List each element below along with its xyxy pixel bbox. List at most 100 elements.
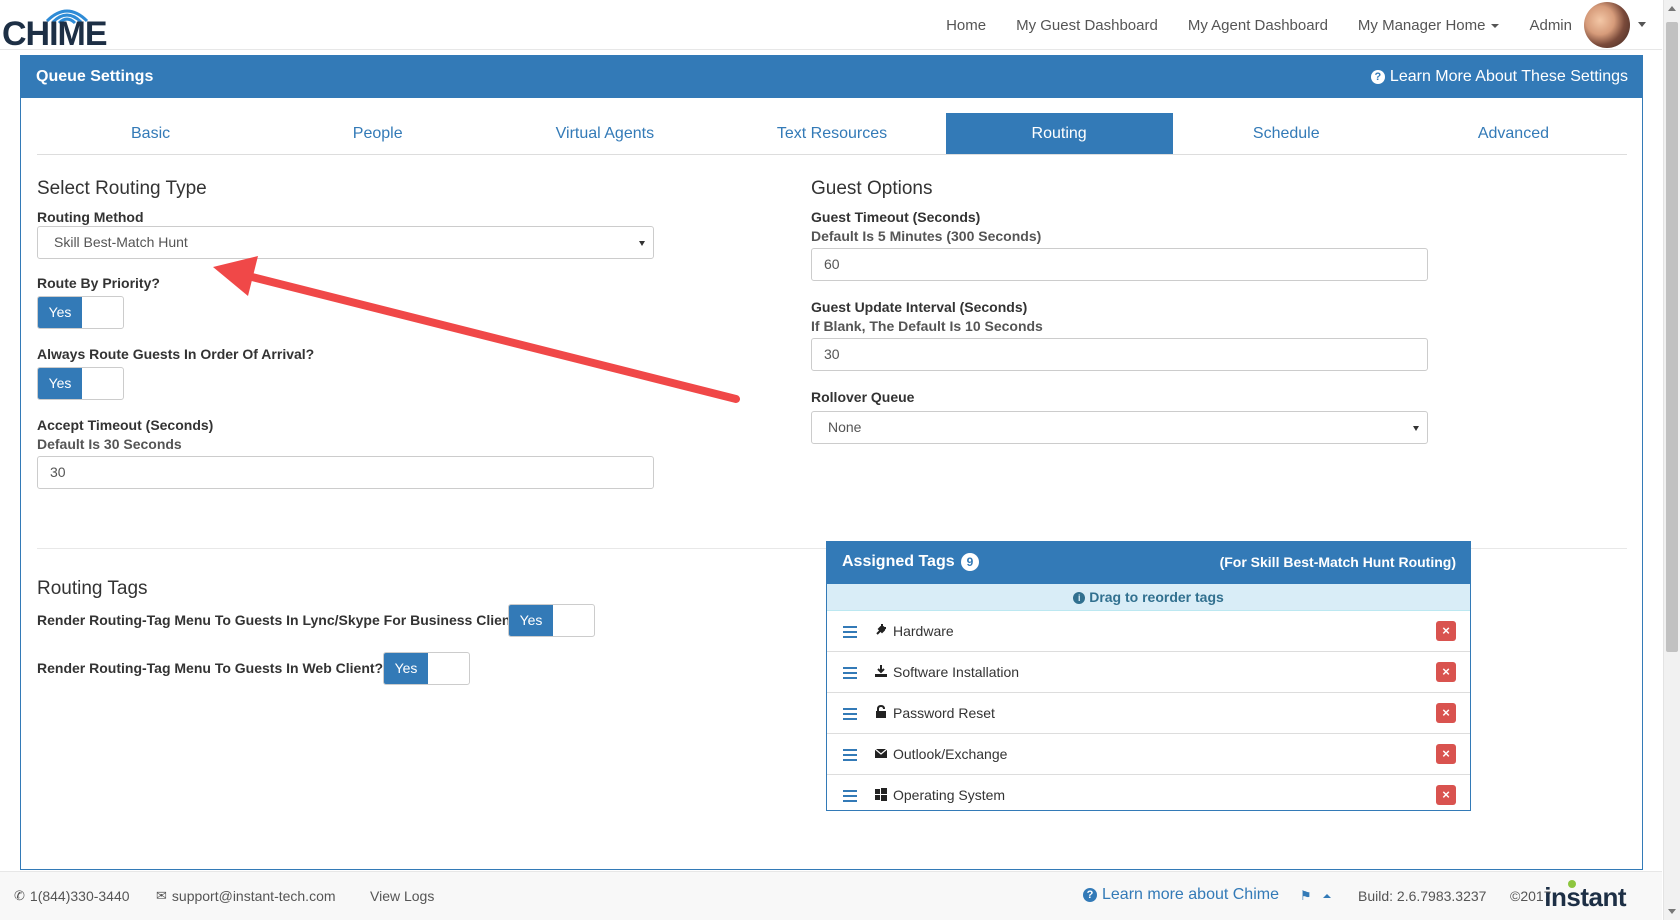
tag-row[interactable]: Operating System × — [827, 775, 1470, 810]
info-circle-icon: i — [1073, 592, 1086, 605]
nav-agent-dashboard[interactable]: My Agent Dashboard — [1188, 17, 1328, 34]
nav-home[interactable]: Home — [946, 17, 986, 34]
question-circle-icon: ? — [1083, 888, 1097, 902]
language-selector[interactable]: ⚑ — [1300, 888, 1331, 904]
panel-title: Queue Settings — [36, 68, 154, 85]
tab-people[interactable]: People — [264, 113, 491, 154]
assigned-tags-note: (For Skill Best-Match Hunt Routing) — [1219, 554, 1456, 570]
web-menu-label: Render Routing-Tag Menu To Guests In Web… — [37, 660, 384, 676]
footer-phone-text: 1(844)330-3440 — [29, 888, 130, 904]
order-of-arrival-toggle[interactable]: Yes — [37, 367, 124, 400]
chime-logo[interactable]: CHIME — [2, 3, 108, 51]
accept-timeout-sublabel: Default Is 30 Seconds — [37, 436, 182, 452]
footer-email-text: support@instant-tech.com — [171, 888, 336, 904]
nav-manager-home-label: My Manager Home — [1357, 16, 1486, 34]
drag-handle-icon[interactable] — [843, 749, 857, 761]
drag-handle-icon[interactable] — [843, 708, 857, 720]
footer-email[interactable]: ✉ support@instant-tech.com — [156, 888, 336, 904]
tag-row[interactable]: Outlook/Exchange × — [827, 734, 1470, 775]
remove-tag-button[interactable]: × — [1436, 703, 1456, 723]
avatar-caret-icon[interactable] — [1638, 22, 1646, 27]
accept-timeout-label: Accept Timeout (Seconds) — [37, 417, 214, 433]
web-menu-toggle[interactable]: Yes — [383, 652, 470, 685]
tab-virtual-agents[interactable]: Virtual Agents — [491, 113, 718, 154]
select-arrow-icon — [639, 241, 645, 246]
build-number: Build: 2.6.7983.3237 — [1358, 888, 1487, 904]
lync-menu-on: Yes — [509, 605, 553, 636]
rollover-queue-select[interactable]: None — [811, 411, 1428, 444]
tab-basic[interactable]: Basic — [37, 113, 264, 154]
tab-advanced[interactable]: Advanced — [1400, 113, 1627, 154]
tag-label: Password Reset — [893, 705, 995, 721]
remove-tag-button[interactable]: × — [1436, 744, 1456, 764]
panel-heading: Queue Settings ? Learn More About These … — [21, 56, 1642, 98]
page-footer: ✆ 1(844)330-3440 ✉ support@instant-tech.co… — [0, 871, 1662, 920]
guest-options-heading: Guest Options — [811, 178, 933, 199]
nav-admin[interactable]: Admin — [1529, 17, 1572, 34]
envelope-icon: ✉ — [156, 888, 167, 903]
instant-logo[interactable]: instant — [1544, 882, 1626, 913]
tag-row[interactable]: Password Reset × — [827, 693, 1470, 734]
tab-schedule[interactable]: Schedule — [1173, 113, 1400, 154]
routing-method-select[interactable]: Skill Best-Match Hunt — [37, 226, 654, 259]
route-by-priority-toggle[interactable]: Yes — [37, 296, 124, 329]
tag-row[interactable]: Software Installation × — [827, 652, 1470, 693]
nav-links: Home My Guest Dashboard My Agent Dashboa… — [916, 0, 1572, 50]
windows-icon — [873, 787, 889, 803]
assigned-tags-panel: Assigned Tags 9 (For Skill Best-Match Hu… — [826, 541, 1471, 811]
order-of-arrival-label: Always Route Guests In Order Of Arrival? — [37, 346, 315, 362]
logo-text: CHIME — [2, 15, 108, 53]
drag-handle-icon[interactable] — [843, 626, 857, 638]
web-menu-on: Yes — [384, 653, 428, 684]
routing-type-heading: Select Routing Type — [37, 178, 207, 199]
lync-menu-toggle[interactable]: Yes — [508, 604, 595, 637]
guest-update-interval-label: Guest Update Interval (Seconds) — [811, 299, 1028, 315]
scroll-down-icon[interactable] — [1668, 909, 1676, 914]
route-by-priority-label: Route By Priority? — [37, 275, 160, 291]
caret-up-icon — [1322, 894, 1331, 898]
settings-tabs: Basic People Virtual Agents Text Resourc… — [37, 113, 1627, 155]
routing-method-label: Routing Method — [37, 209, 144, 225]
guest-update-interval-input[interactable]: 30 — [811, 338, 1428, 371]
phone-icon: ✆ — [14, 888, 25, 903]
tag-label: Hardware — [893, 623, 954, 639]
accept-timeout-input[interactable]: 30 — [37, 456, 654, 489]
learn-more-settings-link[interactable]: ? Learn More About These Settings — [1370, 68, 1628, 86]
download-icon — [873, 664, 889, 680]
language-icon: ⚑ — [1300, 888, 1312, 903]
order-of-arrival-on: Yes — [38, 368, 82, 399]
view-logs-link[interactable]: View Logs — [370, 888, 434, 904]
scroll-up-icon[interactable] — [1668, 6, 1676, 11]
nav-guest-dashboard[interactable]: My Guest Dashboard — [1016, 17, 1158, 34]
plug-icon — [873, 623, 889, 639]
tab-text-resources[interactable]: Text Resources — [718, 113, 945, 154]
vertical-scrollbar[interactable] — [1663, 0, 1680, 920]
lock-icon — [873, 704, 889, 721]
rollover-queue-value: None — [828, 419, 862, 435]
scroll-thumb[interactable] — [1666, 22, 1678, 652]
remove-tag-button[interactable]: × — [1436, 662, 1456, 682]
drag-reorder-note: i Drag to reorder tags — [827, 584, 1470, 611]
learn-more-chime-link[interactable]: ? Learn more about Chime — [1083, 886, 1279, 904]
assigned-tags-label: Assigned Tags — [842, 553, 955, 570]
top-navbar: CHIME Home My Guest Dashboard My Agent D… — [0, 0, 1662, 51]
tag-label: Operating System — [893, 787, 1006, 803]
guest-timeout-input[interactable]: 60 — [811, 248, 1428, 281]
lync-menu-label: Render Routing-Tag Menu To Guests In Lyn… — [37, 612, 524, 628]
learn-more-chime-text: Learn more about Chime — [1102, 886, 1279, 903]
user-avatar[interactable] — [1584, 2, 1630, 48]
tag-row[interactable]: Hardware × — [827, 611, 1470, 652]
footer-phone[interactable]: ✆ 1(844)330-3440 — [14, 888, 130, 904]
tab-routing[interactable]: Routing — [945, 113, 1173, 154]
guest-timeout-sublabel: Default Is 5 Minutes (300 Seconds) — [811, 228, 1042, 244]
caret-down-icon — [1491, 23, 1500, 28]
routing-tags-heading: Routing Tags — [37, 578, 148, 599]
assigned-tags-count-badge: 9 — [960, 553, 980, 571]
drag-handle-icon[interactable] — [843, 790, 857, 802]
assigned-tags-heading: Assigned Tags 9 (For Skill Best-Match Hu… — [827, 542, 1470, 584]
assigned-tags-title: Assigned Tags 9 — [842, 553, 980, 571]
drag-handle-icon[interactable] — [843, 667, 857, 679]
remove-tag-button[interactable]: × — [1436, 785, 1456, 805]
remove-tag-button[interactable]: × — [1436, 621, 1456, 641]
nav-manager-home[interactable]: My Manager Home — [1358, 17, 1500, 34]
